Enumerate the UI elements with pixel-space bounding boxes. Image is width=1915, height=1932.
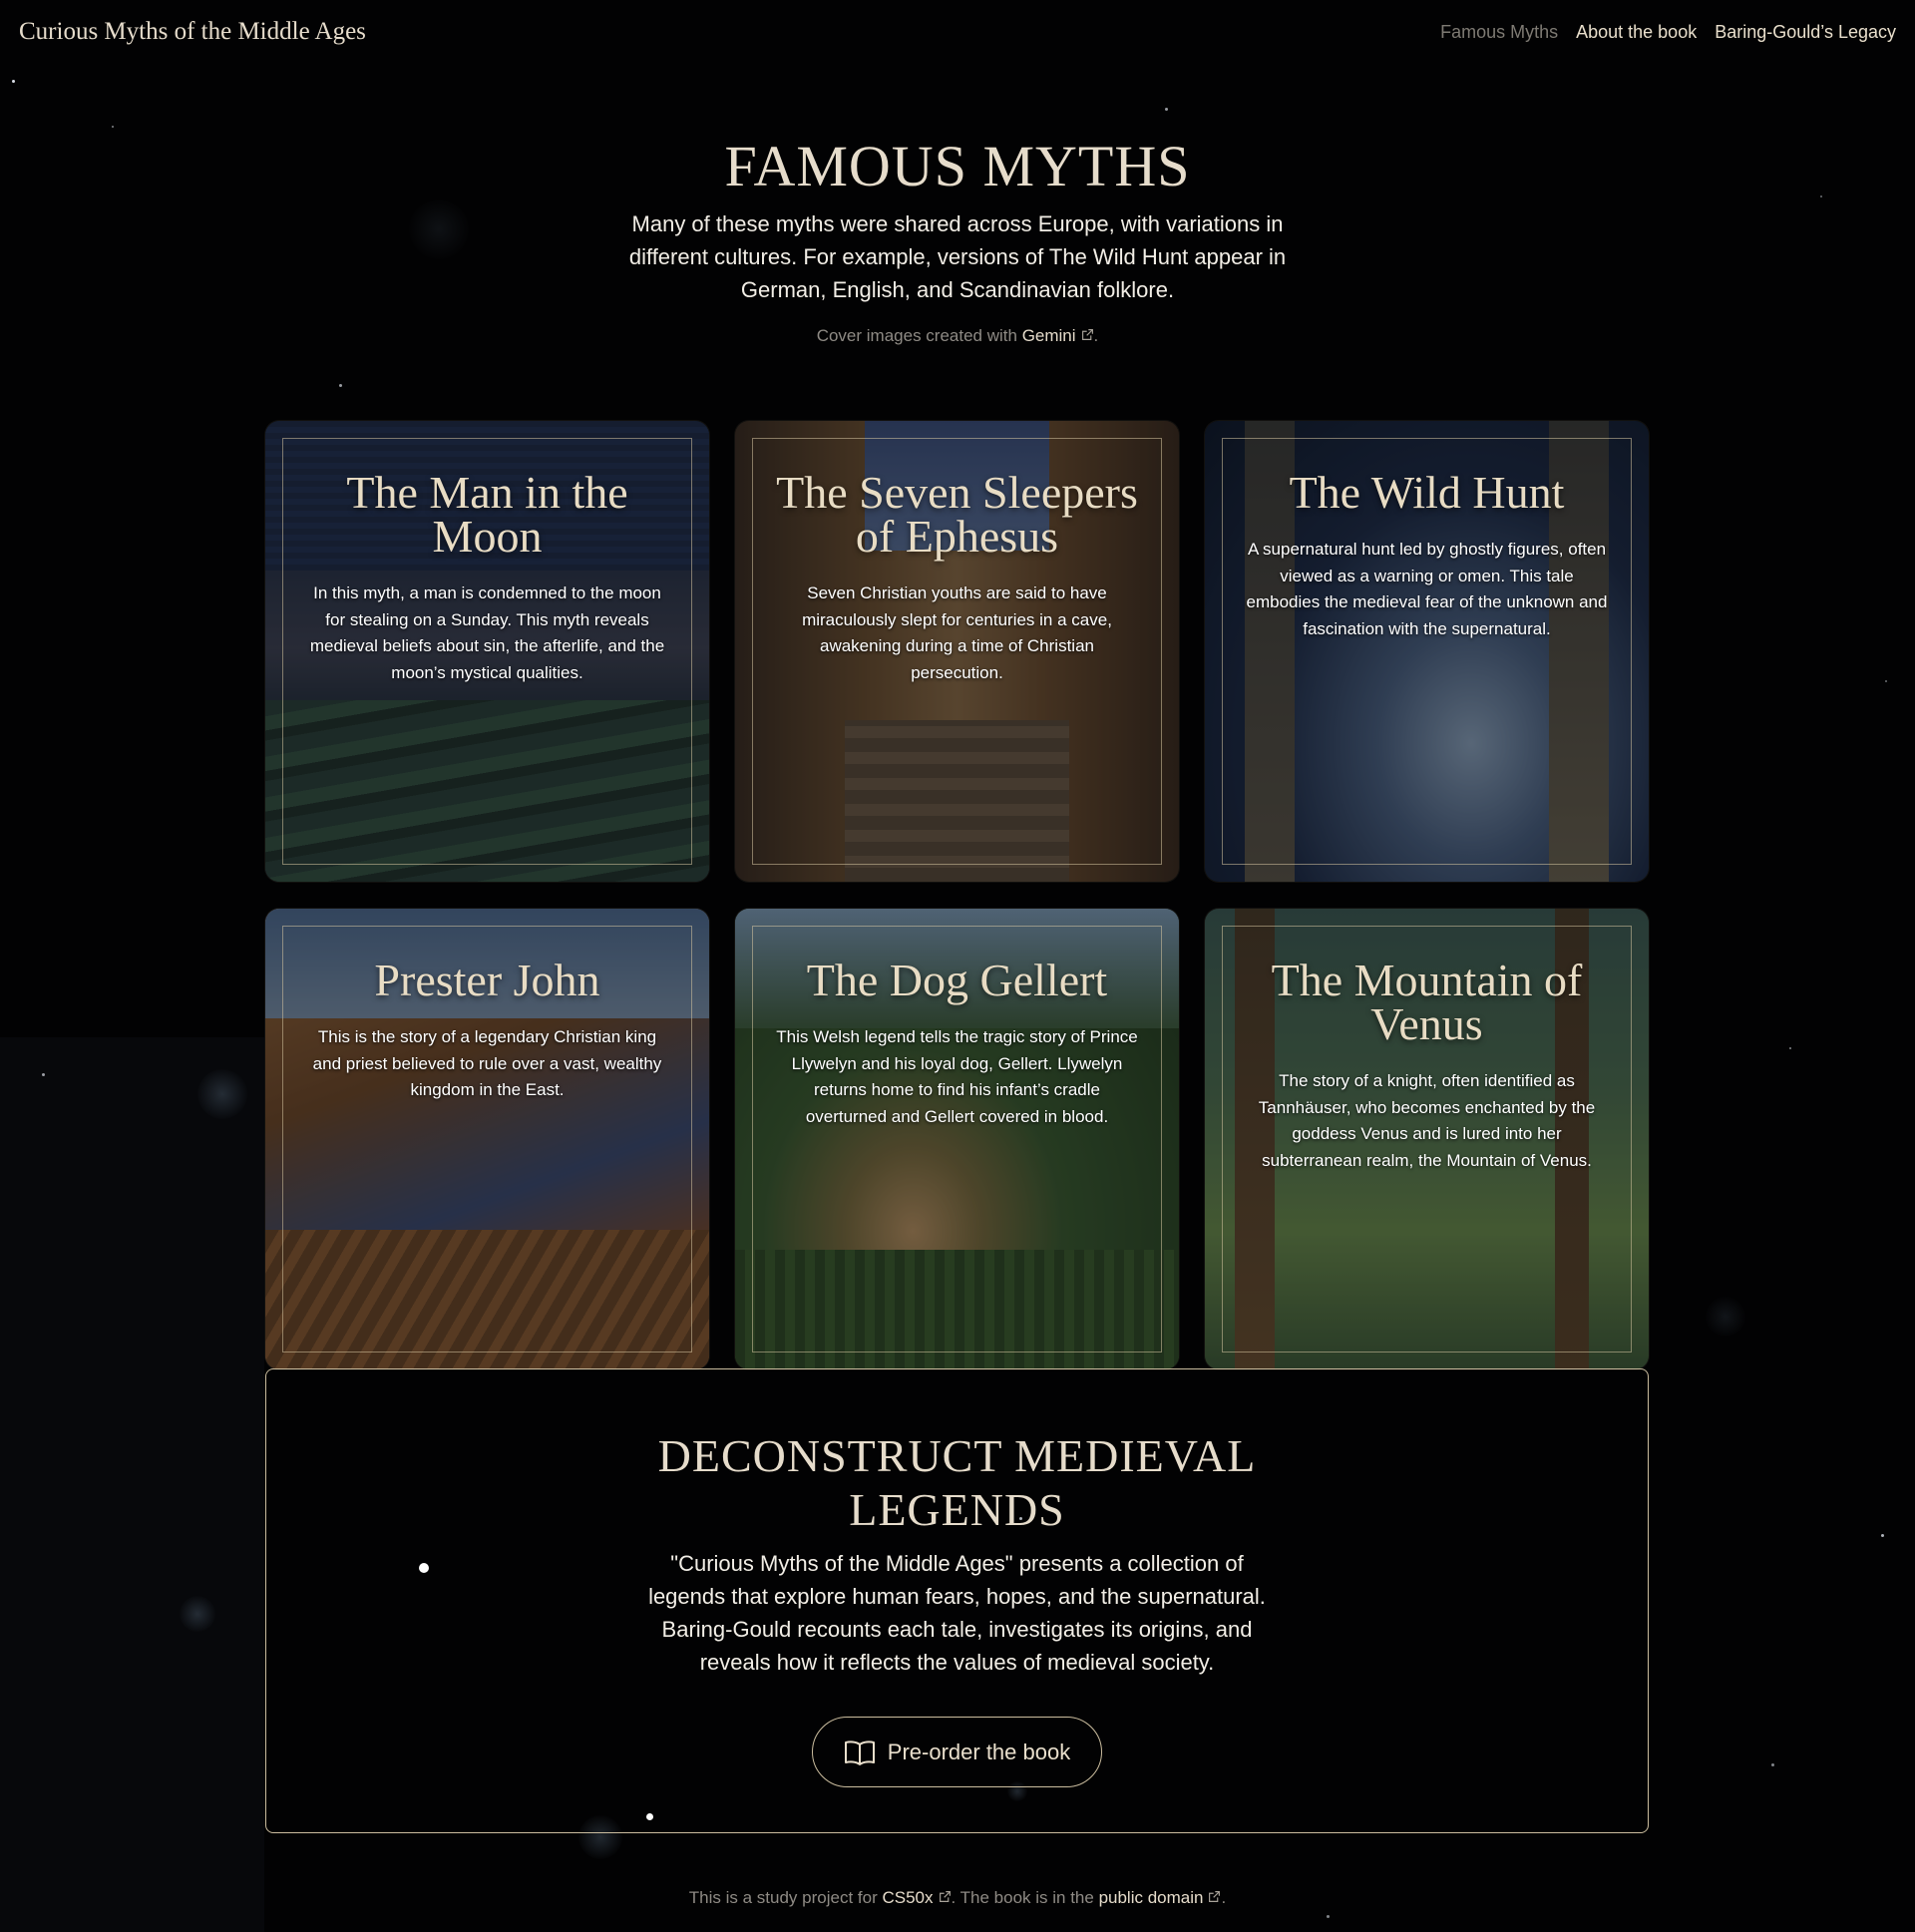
intro-section: FAMOUS MYTHS Many of these myths were sh… [0, 136, 1915, 346]
card-title: The Wild Hunt [1289, 467, 1565, 518]
public-domain-link-label: public domain [1098, 1888, 1204, 1907]
footer-suffix: . [1221, 1888, 1227, 1907]
pre-order-button[interactable]: Pre-order the book [812, 1717, 1102, 1787]
myth-card-mountain-of-venus[interactable]: The Mountain of Venus The story of a kni… [1205, 909, 1649, 1369]
credit-prefix: Cover images created with [816, 326, 1022, 345]
gemini-link[interactable]: Gemini [1022, 326, 1094, 345]
intro-lead: Many of these myths were shared across E… [628, 211, 1287, 302]
myth-card-seven-sleepers[interactable]: The Seven Sleepers of Ephesus Seven Chri… [735, 421, 1179, 882]
card-description: In this myth, a man is condemned to the … [309, 583, 665, 682]
pre-order-label: Pre-order the book [887, 1739, 1071, 1764]
card-title: The Man in the Moon [346, 467, 628, 562]
external-link-icon [939, 1891, 951, 1902]
site-brand[interactable]: Curious Myths of the Middle Ages [19, 18, 366, 46]
cover-credit: Cover images created with Gemini. [0, 326, 1915, 346]
myths-grid: The Man in the Moon In this myth, a man … [265, 421, 1650, 1369]
cs50x-link[interactable]: CS50x [882, 1888, 951, 1907]
page-title: FAMOUS MYTHS [724, 134, 1191, 198]
gemini-link-label: Gemini [1021, 326, 1076, 345]
main-nav: Famous Myths About the book Baring-Gould… [1440, 22, 1896, 43]
book-cta-panel: DECONSTRUCT MEDIEVAL LEGENDS "Curious My… [265, 1368, 1649, 1833]
top-navigation-bar: Curious Myths of the Middle Ages Famous … [0, 0, 1915, 64]
cs50x-link-label: CS50x [882, 1888, 934, 1907]
card-title: Prester John [374, 955, 600, 1005]
card-description: This Welsh legend tells the tragic story… [776, 1027, 1138, 1126]
external-link-icon [1209, 1891, 1221, 1902]
myth-card-prester-john[interactable]: Prester John This is the story of a lege… [265, 909, 709, 1369]
public-domain-link[interactable]: public domain [1099, 1888, 1222, 1907]
nav-item-famous-myths[interactable]: Famous Myths [1440, 22, 1558, 43]
footer-middle: . The book is in the [951, 1888, 1099, 1907]
card-description: A supernatural hunt led by ghostly figur… [1246, 540, 1608, 638]
page-footer: This is a study project for CS50x . The b… [0, 1888, 1915, 1908]
card-title: The Mountain of Venus [1271, 955, 1583, 1049]
external-link-icon [1081, 329, 1093, 340]
myth-card-man-in-the-moon[interactable]: The Man in the Moon In this myth, a man … [265, 421, 709, 882]
credit-suffix: . [1093, 326, 1099, 345]
nav-item-baring-goulds-legacy[interactable]: Baring-Gould’s Legacy [1715, 22, 1896, 43]
card-title: The Seven Sleepers of Ephesus [776, 467, 1138, 562]
open-book-icon [844, 1739, 875, 1765]
card-title: The Dog Gellert [806, 955, 1108, 1005]
card-description: This is the story of a legendary Christi… [312, 1027, 662, 1099]
cta-text: "Curious Myths of the Middle Ages" prese… [648, 1551, 1266, 1675]
footer-prefix: This is a study project for [688, 1888, 883, 1907]
cta-title: DECONSTRUCT MEDIEVAL LEGENDS [657, 1430, 1257, 1535]
myth-card-dog-gellert[interactable]: The Dog Gellert This Welsh legend tells … [735, 909, 1179, 1369]
card-description: The story of a knight, often identified … [1258, 1071, 1596, 1170]
nav-item-about-the-book[interactable]: About the book [1576, 22, 1697, 43]
card-description: Seven Christian youths are said to have … [802, 583, 1112, 682]
myth-card-wild-hunt[interactable]: The Wild Hunt A supernatural hunt led by… [1205, 421, 1649, 882]
